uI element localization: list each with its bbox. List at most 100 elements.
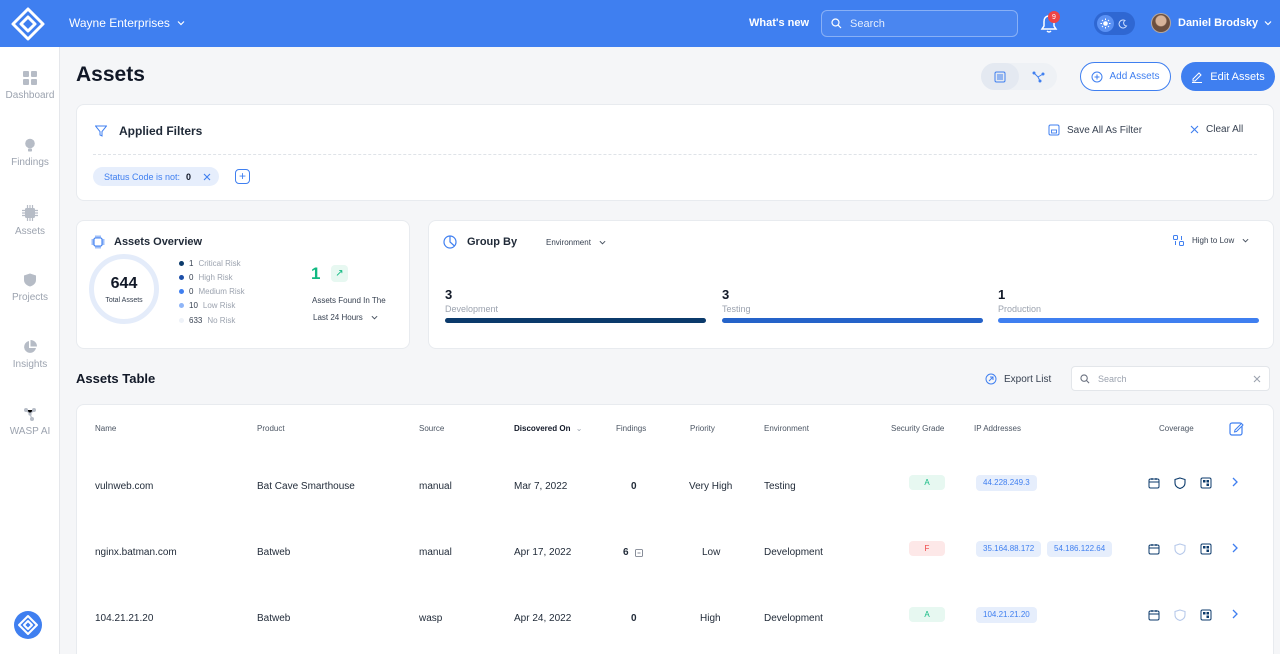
edit-assets-button[interactable]: Edit Assets bbox=[1181, 62, 1275, 91]
table-row[interactable]: nginx.batman.com Batweb manual Apr 17, 2… bbox=[77, 519, 1275, 585]
logo-icon[interactable] bbox=[10, 6, 46, 42]
shield-icon[interactable] bbox=[1174, 543, 1186, 555]
grade-badge: F bbox=[909, 541, 945, 556]
group-bar bbox=[998, 318, 1259, 323]
grid-icon bbox=[23, 71, 37, 85]
cell-name: vulnweb.com bbox=[95, 481, 154, 492]
chip-label: Status Code is not: bbox=[104, 171, 181, 182]
search-icon bbox=[831, 18, 842, 29]
sidebar-item-dashboard[interactable]: Dashboard bbox=[0, 71, 60, 101]
cell-priority: High bbox=[700, 613, 721, 624]
cell-source: manual bbox=[419, 547, 452, 558]
cell-product: Batweb bbox=[257, 547, 291, 558]
edit-assets-label: Edit Assets bbox=[1210, 70, 1265, 83]
add-filter-button[interactable]: + bbox=[235, 169, 250, 184]
table-search-input[interactable]: Search bbox=[1071, 366, 1270, 391]
chevron-right-icon[interactable] bbox=[1231, 608, 1239, 620]
sidebar-item-assets[interactable]: Assets bbox=[0, 205, 60, 237]
found-label: Assets Found In The bbox=[312, 296, 386, 305]
ip-badge[interactable]: 104.21.21.20 bbox=[976, 607, 1037, 623]
cell-name: nginx.batman.com bbox=[95, 547, 177, 558]
chevron-right-icon[interactable] bbox=[1231, 542, 1239, 554]
total-assets-label: Total Assets bbox=[105, 297, 143, 304]
total-assets-count: 644 bbox=[110, 275, 138, 292]
sidebar-item-projects[interactable]: Projects bbox=[0, 273, 60, 303]
clear-all-button[interactable]: Clear All bbox=[1190, 124, 1243, 135]
calendar-icon[interactable] bbox=[1148, 477, 1160, 489]
cell-product: Batweb bbox=[257, 613, 291, 624]
col-discovered-label: Discovered On bbox=[514, 424, 571, 433]
export-icon bbox=[985, 373, 997, 385]
save-all-label: Save All As Filter bbox=[1067, 124, 1143, 136]
group-bar bbox=[445, 318, 706, 323]
add-assets-button[interactable]: Add Assets bbox=[1080, 62, 1171, 91]
sort-select[interactable]: High to Low bbox=[1173, 235, 1249, 246]
col-source[interactable]: Source bbox=[419, 424, 444, 433]
table-row[interactable]: vulnweb.com Bat Cave Smarthouse manual M… bbox=[77, 453, 1275, 519]
export-label: Export List bbox=[1004, 373, 1052, 385]
sun-icon[interactable] bbox=[1097, 15, 1115, 32]
global-search-input[interactable]: Search bbox=[821, 10, 1018, 37]
group-development[interactable]: 3 Development bbox=[445, 287, 706, 323]
filter-icon bbox=[95, 125, 107, 137]
cell-priority: Low bbox=[702, 547, 721, 558]
col-environment[interactable]: Environment bbox=[764, 424, 809, 433]
col-product[interactable]: Product bbox=[257, 424, 285, 433]
cell-findings: 6 bbox=[623, 547, 629, 558]
assets-table: Name Product Source Discovered On ⌄ Find… bbox=[76, 404, 1274, 654]
sidebar-item-wasp-ai[interactable]: WASP AI bbox=[0, 407, 60, 437]
whats-new-link[interactable]: What's new bbox=[749, 17, 809, 29]
sidebar-item-insights[interactable]: Insights bbox=[0, 340, 60, 370]
graph-view-icon[interactable] bbox=[1019, 63, 1057, 90]
chevron-right-icon[interactable] bbox=[1231, 476, 1239, 488]
user-menu[interactable]: Daniel Brodsky bbox=[1178, 17, 1272, 29]
col-coverage[interactable]: Coverage bbox=[1159, 424, 1194, 433]
found-period-select[interactable]: Last 24 Hours bbox=[313, 313, 378, 322]
shield-icon[interactable] bbox=[1174, 609, 1186, 621]
grade-badge: A bbox=[909, 607, 945, 622]
chevron-down-icon bbox=[1242, 238, 1249, 243]
col-priority[interactable]: Priority bbox=[690, 424, 715, 433]
sidebar-item-findings[interactable]: Findings bbox=[0, 138, 60, 168]
edit-columns-icon[interactable] bbox=[1229, 421, 1244, 436]
export-list-button[interactable]: Export List bbox=[985, 373, 1051, 385]
theme-toggle[interactable] bbox=[1094, 12, 1135, 35]
chip-icon bbox=[91, 235, 105, 249]
col-grade[interactable]: Security Grade bbox=[891, 424, 944, 433]
col-findings[interactable]: Findings bbox=[616, 424, 646, 433]
filter-chip[interactable]: Status Code is not: 0 bbox=[93, 167, 220, 186]
chevron-down-icon bbox=[371, 315, 378, 320]
col-discovered[interactable]: Discovered On ⌄ bbox=[514, 424, 582, 433]
ip-badge[interactable]: 35.164.88.172 bbox=[976, 541, 1042, 557]
cell-environment: Development bbox=[764, 547, 823, 558]
qr-icon[interactable] bbox=[1200, 477, 1212, 489]
moon-icon[interactable] bbox=[1115, 15, 1132, 32]
brand-logo-icon[interactable] bbox=[14, 611, 42, 639]
col-ip[interactable]: IP Addresses bbox=[974, 424, 1021, 433]
divider bbox=[93, 154, 1257, 155]
chip-icon bbox=[22, 205, 38, 221]
qr-icon[interactable] bbox=[1200, 543, 1212, 555]
col-name[interactable]: Name bbox=[95, 424, 116, 433]
calendar-icon[interactable] bbox=[1148, 543, 1160, 555]
group-by-select[interactable]: Environment bbox=[546, 238, 606, 247]
view-toggle[interactable] bbox=[981, 63, 1057, 90]
close-icon[interactable] bbox=[203, 173, 211, 181]
list-view-icon[interactable] bbox=[981, 63, 1019, 90]
group-testing[interactable]: 3 Testing bbox=[722, 287, 983, 323]
save-all-filter-button[interactable]: Save All As Filter bbox=[1048, 124, 1142, 136]
org-switcher[interactable]: Wayne Enterprises bbox=[69, 16, 185, 30]
calendar-icon[interactable] bbox=[1148, 609, 1160, 621]
qr-icon[interactable] bbox=[1200, 609, 1212, 621]
ip-badge[interactable]: 54.186.122.64 bbox=[1047, 541, 1113, 557]
close-icon[interactable] bbox=[1253, 375, 1261, 383]
ip-badge[interactable]: 44.228.249.3 bbox=[976, 475, 1037, 491]
sidebar-item-label: Projects bbox=[11, 292, 49, 303]
details-icon[interactable] bbox=[635, 549, 643, 557]
shield-icon[interactable] bbox=[1174, 477, 1186, 489]
group-production[interactable]: 1 Production bbox=[998, 287, 1259, 323]
table-row[interactable]: 104.21.21.20 Batweb wasp Apr 24, 2022 0 … bbox=[77, 585, 1275, 651]
sort-desc-icon: ⌄ bbox=[575, 424, 583, 433]
avatar[interactable] bbox=[1151, 13, 1171, 33]
trend-up-icon: ↗ bbox=[331, 265, 348, 282]
